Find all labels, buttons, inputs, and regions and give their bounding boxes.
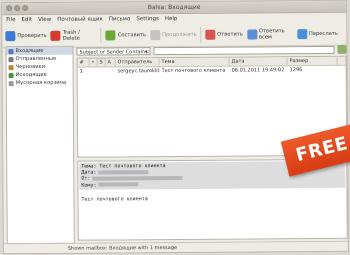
toolbar-separator [100,27,102,44]
column-size[interactable]: Размер [287,56,338,66]
folder-label: Черновики [15,63,46,71]
menu-item-2[interactable]: View [38,15,51,25]
folder-tree: Входящие Отправленные Черновики Исходящие Му… [5,45,75,245]
column-status[interactable]: S [97,58,106,67]
preview-to-label: Кому: [81,182,97,189]
title-bar: Balsa: Входящие [2,0,347,16]
preview-date-label: Дата: [81,169,97,176]
forward-icon [296,29,307,40]
maximize-window-icon[interactable] [22,5,29,12]
preview-from-label: От: [81,175,91,183]
toolbar-button-label: Проверить [17,32,47,40]
minimize-window-icon[interactable] [14,5,21,12]
folder-label: Отправленные [15,55,57,63]
window-controls [6,5,29,12]
column-number[interactable]: # [77,58,90,67]
trash-icon [50,30,61,41]
continue-icon [150,30,161,41]
row-date: 06.01.2011 19:49:02 [231,67,285,74]
preview-body: Тест почтового клиента [81,196,148,203]
toolbar-button-6[interactable]: Переслать [296,29,338,40]
toolbar-button-1[interactable]: Trash / Delete [50,29,97,42]
reply-all-icon [246,29,257,40]
folder-item-4[interactable]: Мусорная корзина [7,79,73,87]
toolbar-button-label: Продолжить [162,31,197,39]
chevron-down-icon: ▾ [144,48,148,55]
search-field-label: Subject or Sender Contains: [79,48,150,56]
status-bar: Shown mailbox: Входящие with 1 message [3,240,348,254]
folder-icon [8,80,14,86]
menu-item-5[interactable]: Settings [136,14,159,24]
row-size: 1296 [289,67,303,74]
row-number: 1 [79,68,83,75]
menu-item-4[interactable]: Письмо [109,14,131,24]
row-sender: sergeyc.tauroklit [117,68,160,75]
column-subject[interactable]: Тема [159,57,230,67]
toolbar-button-5[interactable]: Ответить всем [246,28,293,41]
search-row: Subject or Sender Contains: ▾ [76,44,347,57]
folder-label: Входящие [15,47,44,55]
check-mail-icon [5,31,16,42]
reply-icon [205,29,216,40]
toolbar-button-label: Переслать [308,30,338,38]
column-date[interactable]: Дата [229,57,288,66]
toolbar-button-label: Trash / Delete [62,29,80,42]
column-flag[interactable]: • [89,58,98,67]
search-field-select[interactable]: Subject or Sender Contains: ▾ [76,46,151,56]
row-subject: Тест почтового клиента [161,67,226,75]
toolbar-separator [200,26,202,43]
mail-window: Balsa: Входящие File Edit View Почтовый ящи… [1,0,349,255]
folder-icon [8,48,14,54]
column-attachment[interactable]: A [105,58,116,67]
column-sender[interactable]: Отправитель [115,58,160,67]
search-go-icon[interactable] [337,44,347,54]
search-input[interactable] [153,45,335,55]
folder-label: Исходящие [15,71,47,79]
toolbar-button-2[interactable]: Составить [105,30,147,41]
folder-icon [8,64,14,70]
toolbar-button-3[interactable]: Продолжить [150,30,197,41]
blurred-date [98,169,149,175]
compose-icon [105,30,116,41]
folder-icon [8,56,14,62]
toolbar-button-label: Ответить всем [258,28,285,41]
menu-item-3[interactable]: Почтовый ящик [57,15,103,25]
table-row[interactable]: 1 sergeyc.tauroklit Тест почтового клиен… [78,66,346,76]
folder-label: Мусорная корзина [15,79,67,87]
window-title: Balsa: Входящие [147,3,201,12]
toolbar-button-label: Ответить [217,31,243,38]
toolbar-button-4[interactable]: Ответить [205,29,243,40]
folder-icon [8,72,14,78]
menu-item-6[interactable]: Help [165,14,178,24]
toolbar-button-label: Составить [117,32,147,39]
menu-item-0[interactable]: File [6,15,15,25]
menu-item-1[interactable]: Edit [21,15,32,25]
toolbar-button-0[interactable]: Проверить [5,31,47,42]
close-window-icon[interactable] [6,5,13,12]
blurred-recipient [98,182,139,187]
blurred-sender [92,175,183,181]
